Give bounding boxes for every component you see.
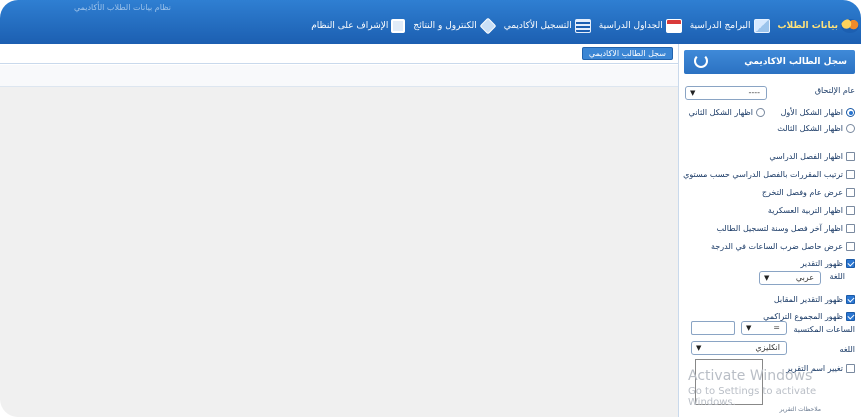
menu-item-label: البرامج الدراسية <box>689 21 751 31</box>
radio-form-3[interactable]: اظهار الشكل الثالث <box>777 124 855 133</box>
language-label: اللغة <box>829 272 845 281</box>
radio-form-3-label: اظهار الشكل الثالث <box>777 124 843 133</box>
year-row: عام الإلتحاق <box>815 86 855 95</box>
check-graduation-year[interactable]: عرض عام وفصل التخرج <box>762 188 855 197</box>
check-label: ظهور التقدير المقابل <box>773 295 843 304</box>
operator-select-value: = <box>773 323 780 332</box>
chevron-down-icon: ▼ <box>690 89 696 97</box>
language2-select[interactable]: انكليزي ▼ <box>691 341 787 355</box>
menu-item-study-programs[interactable]: البرامج الدراسية <box>690 19 770 33</box>
year-label: عام الإلتحاق <box>814 86 855 95</box>
content-toolbar-strip <box>0 65 678 87</box>
chevron-down-icon: ▼ <box>764 274 770 282</box>
check-show-grade[interactable]: ظهور التقدير <box>800 259 855 268</box>
check-label: تغيير اسم التقرير <box>786 364 843 373</box>
menu-item-control-results[interactable]: الكنترول و النتائج <box>413 17 497 35</box>
check-hours-times-grade-box[interactable] <box>846 242 855 251</box>
main-menu: بيانات الطلاب البرامج الدراسية الجداول ا… <box>311 16 859 36</box>
language2-select-value: انكليزي <box>755 343 780 352</box>
check-military-education-box[interactable] <box>846 206 855 215</box>
check-rename-report-box[interactable] <box>846 364 855 373</box>
menu-item-label: الجداول الدراسية <box>598 21 663 31</box>
earned-hours-label: الساعات المكتسبة <box>793 325 855 334</box>
check-last-semester-box[interactable] <box>846 224 855 233</box>
report-name-box[interactable] <box>695 359 763 405</box>
check-military-education[interactable]: اظهار التربية العسكرية <box>768 206 855 215</box>
menu-item-academic-registration[interactable]: التسجيل الأكاديمي <box>504 19 591 33</box>
calendar-icon <box>665 19 682 33</box>
panel-header: سجل الطالب الاكاديمي <box>684 50 855 74</box>
check-equivalent-grade-box[interactable] <box>846 295 855 304</box>
refresh-icon[interactable] <box>694 54 708 68</box>
report-notes-label: ملاحظات التقرير <box>779 406 821 413</box>
year-select[interactable]: ---- ▼ <box>685 86 767 100</box>
panel-title: سجل الطالب الاكاديمي <box>744 57 847 67</box>
check-label: عرض حاصل ضرب الساعات في الدرجة <box>711 242 843 251</box>
radio-form-2-input[interactable] <box>756 108 765 117</box>
check-label: ظهور التقدير <box>800 259 843 268</box>
language-select[interactable]: عربي ▼ <box>759 271 821 285</box>
monitor-icon <box>391 19 406 33</box>
app-window: نظام بيانات الطلاب الأكاديمي بيانات الطل… <box>0 0 861 417</box>
chevron-down-icon: ▼ <box>746 324 752 332</box>
menu-item-label: التسجيل الأكاديمي <box>503 21 572 31</box>
menu-item-label: بيانات الطلاب <box>777 21 838 31</box>
check-label: اظهار الفصل الدراسي <box>769 152 843 161</box>
check-sort-courses-box[interactable] <box>846 170 855 179</box>
radio-form-1[interactable]: اظهار الشكل الأول <box>781 108 855 117</box>
check-label: اظهار التربية العسكرية <box>767 206 843 215</box>
year-select-value: ---- <box>748 88 760 97</box>
menu-item-schedules[interactable]: الجداول الدراسية <box>599 19 682 33</box>
check-label: ترتيب المقررات بالفصل الدراسي حسب مستوي <box>683 170 843 179</box>
content-tab-bar: سجل الطالب الاكاديمي <box>0 44 678 64</box>
options-sidebar: سجل الطالب الاكاديمي عام الإلتحاق ---- ▼… <box>678 44 861 417</box>
menu-item-label: الكنترول و النتائج <box>413 21 477 31</box>
tab-academic-record[interactable]: سجل الطالب الاكاديمي <box>581 47 673 60</box>
earned-hours-input[interactable] <box>691 321 735 335</box>
check-last-semester[interactable]: اظهار آخر فصل وسنة لتسجيل الطالب <box>716 224 855 233</box>
language2-row: اللغه <box>840 345 855 354</box>
radio-form-2-label: اظهار الشكل الثاني <box>688 108 753 117</box>
menu-item-label: الإشراف على النظام <box>311 21 389 31</box>
top-menu-bar: نظام بيانات الطلاب الأكاديمي بيانات الطل… <box>0 0 861 44</box>
radio-form-1-label: اظهار الشكل الأول <box>780 108 843 117</box>
users-icon <box>841 19 859 33</box>
check-show-grade-box[interactable] <box>846 259 855 268</box>
book-icon <box>753 19 770 33</box>
check-graduation-year-box[interactable] <box>846 188 855 197</box>
radio-form-3-input[interactable] <box>846 124 855 133</box>
menu-item-student-data[interactable]: بيانات الطلاب <box>778 19 859 33</box>
check-equivalent-grade[interactable]: ظهور التقدير المقابل <box>774 295 855 304</box>
radio-form-2[interactable]: اظهار الشكل الثاني <box>689 108 765 117</box>
check-sort-courses[interactable]: ترتيب المقررات بالفصل الدراسي حسب مستوي <box>683 170 855 179</box>
check-label: ظهور المجموع التراكمي <box>763 312 843 321</box>
diamond-icon <box>479 17 497 35</box>
language2-label: اللغه <box>839 345 855 354</box>
check-cumulative-total-box[interactable] <box>846 312 855 321</box>
check-label: اظهار آخر فصل وسنة لتسجيل الطالب <box>716 224 843 233</box>
language-row: اللغة <box>830 272 845 281</box>
language-select-value: عربي <box>795 273 814 282</box>
check-cumulative-total[interactable]: ظهور المجموع التراكمي <box>763 312 855 321</box>
operator-select[interactable]: = ▼ <box>741 321 787 335</box>
chevron-down-icon: ▼ <box>696 344 702 352</box>
list-icon <box>574 19 591 33</box>
check-hours-times-grade[interactable]: عرض حاصل ضرب الساعات في الدرجة <box>711 242 855 251</box>
check-show-semester-box[interactable] <box>846 152 855 161</box>
check-label: عرض عام وفصل التخرج <box>761 188 843 197</box>
check-rename-report[interactable]: تغيير اسم التقرير <box>786 364 855 373</box>
menu-item-system-admin[interactable]: الإشراف على النظام <box>311 19 406 33</box>
radio-form-1-input[interactable] <box>846 108 855 117</box>
check-show-semester[interactable]: اظهار الفصل الدراسي <box>769 152 855 161</box>
earned-hours-row: الساعات المكتسبة <box>794 325 855 334</box>
faint-window-title: نظام بيانات الطلاب الأكاديمي <box>73 3 171 12</box>
report-content-area <box>0 87 678 417</box>
